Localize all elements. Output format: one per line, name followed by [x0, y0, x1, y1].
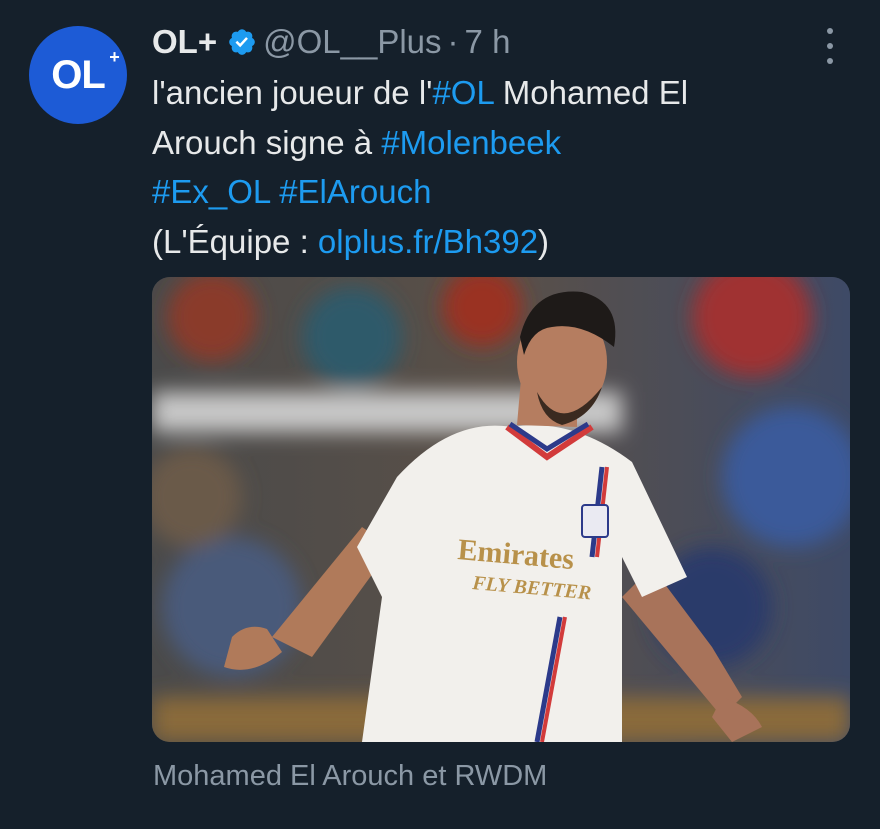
text-segment: l'ancien joueur de l' — [152, 74, 433, 111]
timestamp[interactable]: 7 h — [465, 23, 511, 61]
tweet-card[interactable]: OL + OL+ @OL__Plus · 7 h l'ancien joueur… — [0, 0, 880, 829]
text-segment: ) — [538, 222, 550, 260]
hashtag-molenbeek[interactable]: #Molenbeek — [381, 124, 561, 161]
tweet-header: OL+ @OL__Plus · 7 h — [152, 20, 510, 64]
tweet-text: l'ancien joueur de l'#OL Mohamed El Arou… — [152, 68, 852, 266]
text-space — [270, 173, 279, 210]
hashtag-elarouch[interactable]: #ElArouch — [279, 173, 431, 210]
avatar-logo-text: OL — [51, 52, 106, 97]
hashtag-ol[interactable]: #OL — [432, 74, 493, 111]
hashtag-ex-ol[interactable]: #Ex_OL — [152, 173, 270, 210]
text-segment: Mohamed El — [493, 74, 689, 111]
tweet-line-2: Arouch signe à #Molenbeek — [152, 118, 852, 168]
display-name[interactable]: OL+ — [152, 23, 217, 61]
avatar-logo: OL + — [51, 47, 119, 98]
verified-badge-icon — [229, 29, 255, 55]
player-photo-illustration: Emirates FLY BETTER — [152, 277, 850, 742]
avatar-logo-plus: + — [109, 46, 119, 67]
url-link[interactable]: olplus.fr/Bh392 — [318, 223, 538, 260]
handle[interactable]: @OL__Plus — [263, 23, 441, 61]
more-dot — [827, 43, 833, 49]
text-segment: (L'Équipe : — [152, 222, 318, 260]
more-vertical-icon[interactable] — [818, 28, 842, 64]
media-caption: Mohamed El Arouch et RWDM — [153, 760, 548, 792]
text-segment: Arouch signe à — [152, 123, 382, 161]
tweet-line-3: #Ex_OL #ElArouch — [152, 167, 852, 217]
tweet-photo[interactable]: Emirates FLY BETTER — [152, 277, 850, 742]
tweet-line-1: l'ancien joueur de l'#OL Mohamed El — [152, 68, 852, 118]
avatar[interactable]: OL + — [29, 26, 127, 124]
header-separator: · — [447, 23, 459, 60]
tweet-line-4: (L'Équipe : olplus.fr/Bh392) — [152, 217, 852, 267]
more-dot — [827, 28, 833, 34]
more-dot — [827, 58, 833, 64]
